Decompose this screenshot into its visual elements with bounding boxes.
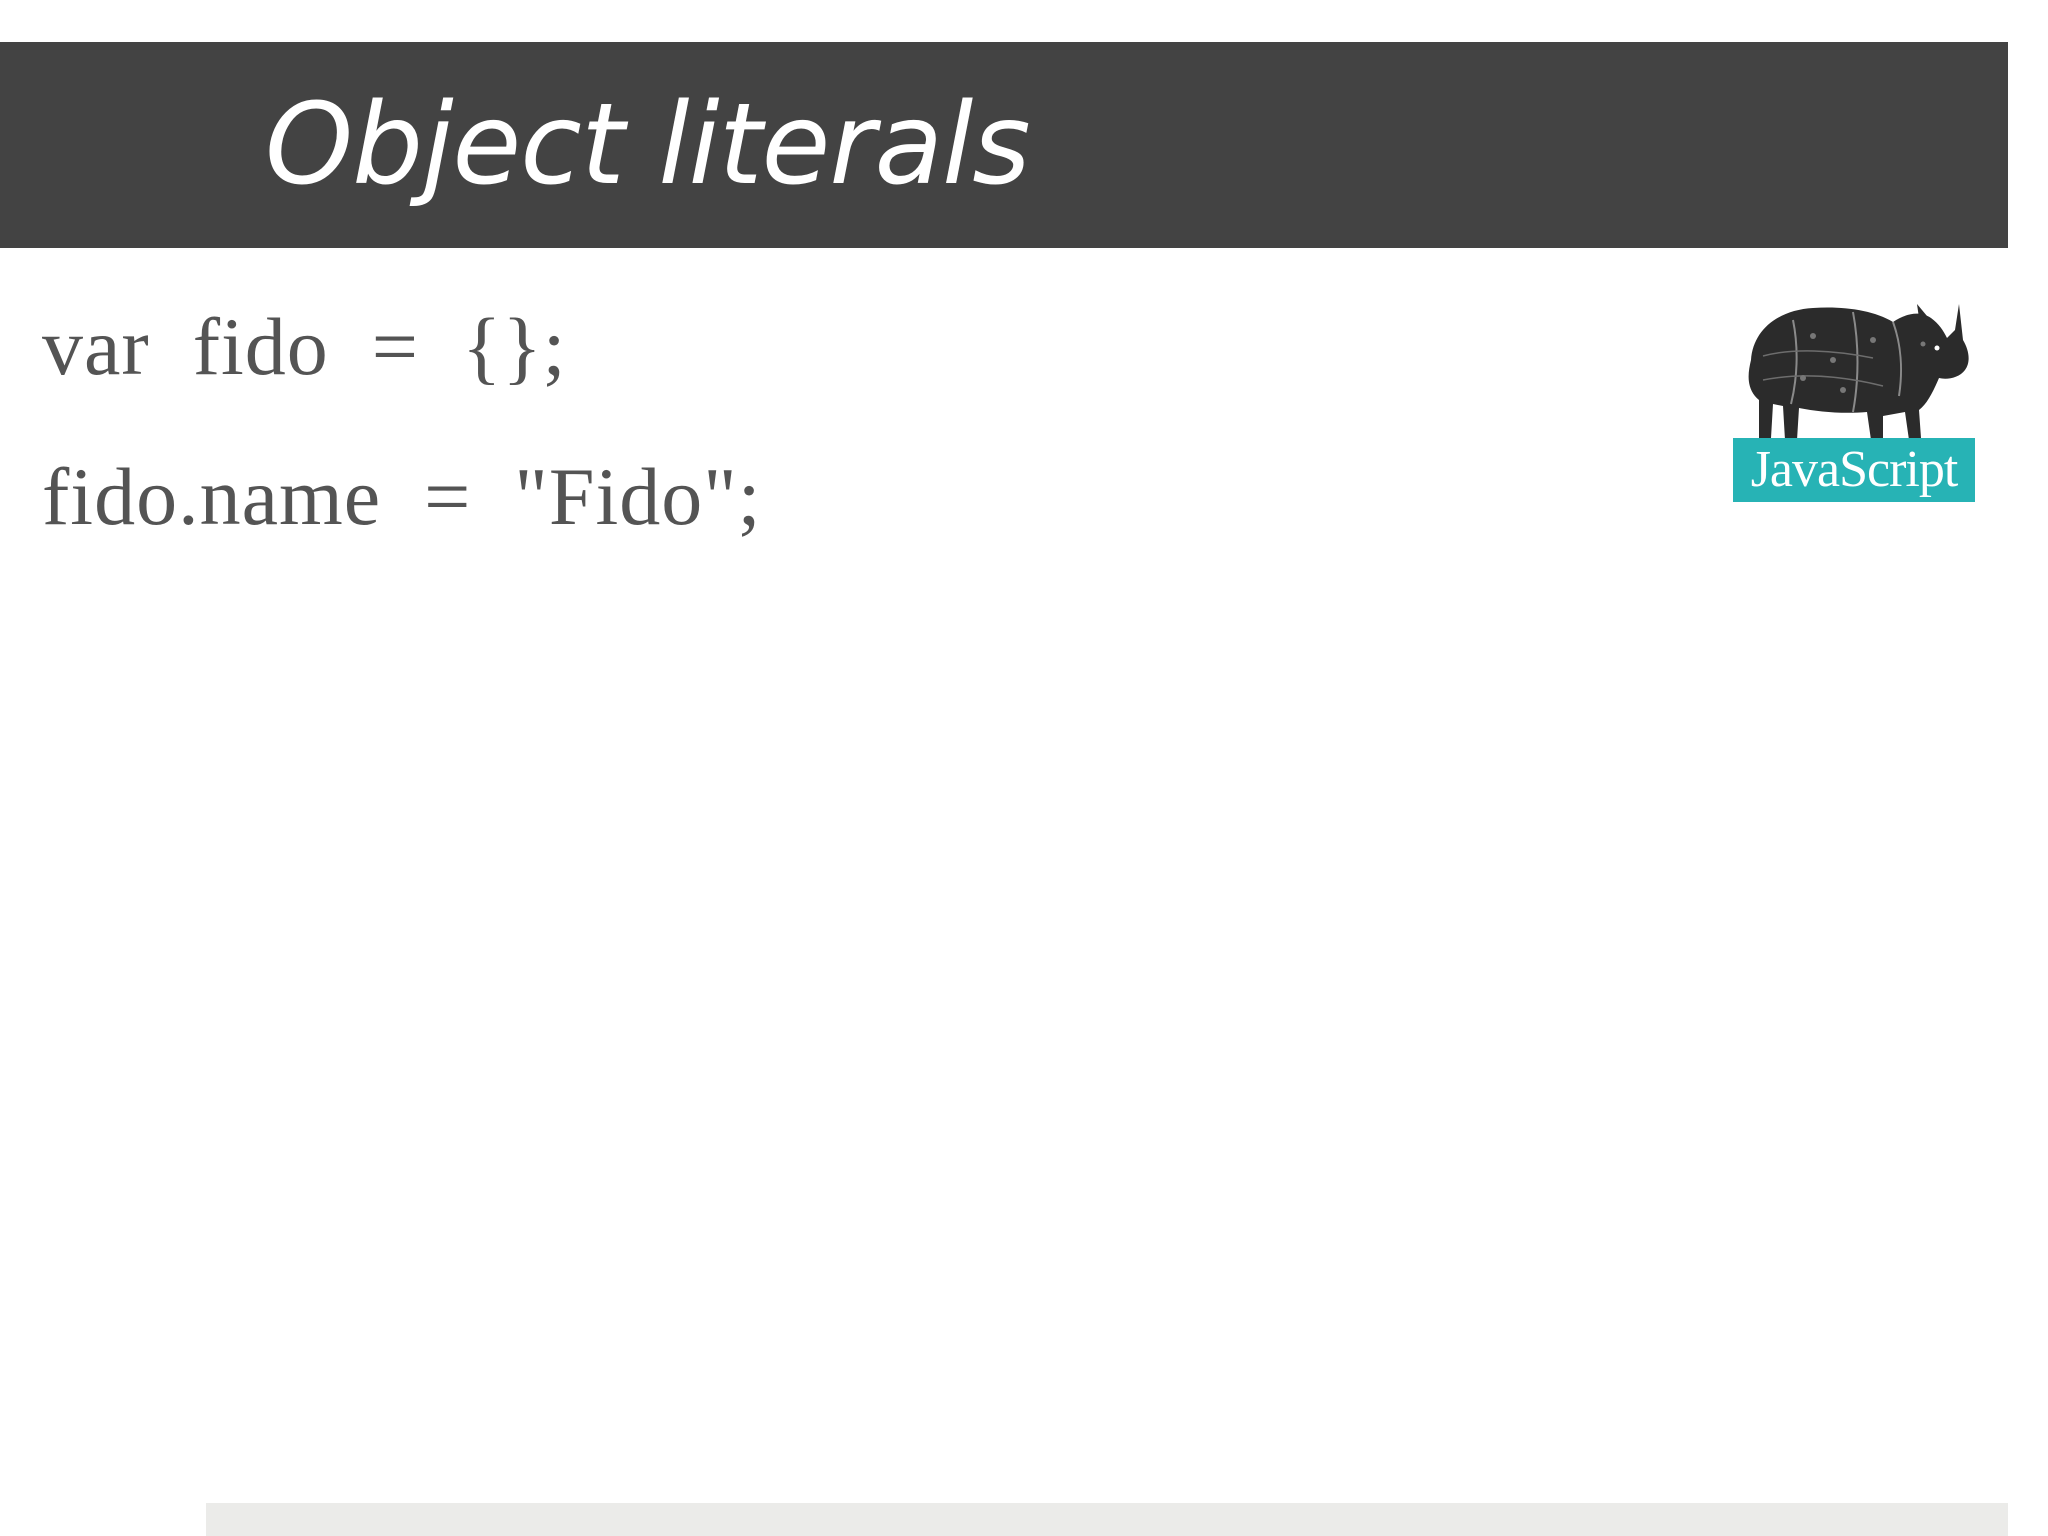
slide-title: Object literals — [265, 80, 1031, 210]
footer-band — [206, 1503, 2008, 1536]
code-line-1: var fido = {}; — [42, 301, 567, 392]
javascript-book-logo: JavaScript — [1733, 300, 1975, 502]
slide: Object literals var fido = {}; fido.name… — [0, 0, 2048, 1536]
rhino-icon — [1748, 304, 1969, 440]
code-line-2: fido.name = "Fido"; — [42, 451, 762, 542]
logo-label: JavaScript — [1733, 438, 1975, 502]
